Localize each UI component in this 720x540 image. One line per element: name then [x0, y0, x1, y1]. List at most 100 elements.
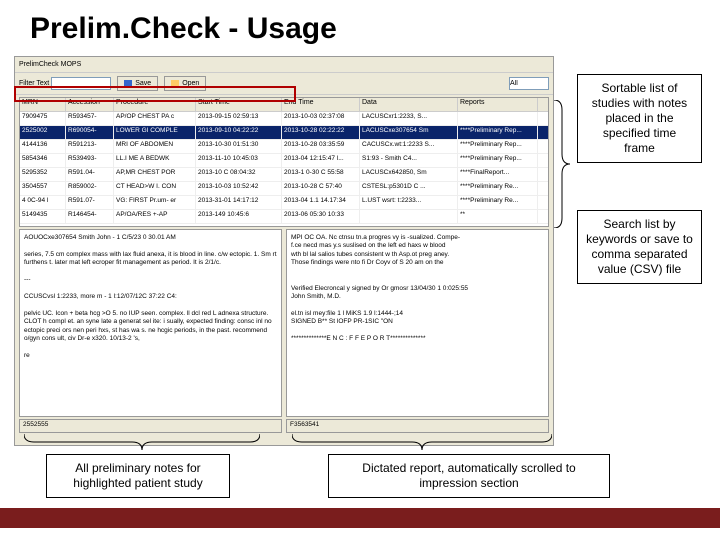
- open-icon: [171, 80, 179, 88]
- study-grid: MRN Accession Procedure Start Time End T…: [19, 97, 549, 227]
- cell: LOWER GI COMPLE: [114, 126, 196, 139]
- cell: 2013-10-28 C 57:40: [282, 182, 360, 195]
- table-row[interactable]: 5149435R146454-AP/OA/RES +-AP2013-149 10…: [20, 210, 548, 224]
- status-bar: 2552555 F3563541: [19, 419, 549, 433]
- cell: CACUSCx.wt:1:2233 S...: [360, 140, 458, 153]
- grid-rows: 7909475R593457-AP/OP CHEST PA c2013-09-1…: [20, 112, 548, 224]
- dropdown-selector[interactable]: [509, 77, 549, 90]
- status-right: F3563541: [286, 419, 549, 433]
- cell: ****Preliminary Re...: [458, 182, 538, 195]
- cell: R593457-: [66, 112, 114, 125]
- callout-prelim-notes: All preliminary notes for highlighted pa…: [46, 454, 230, 498]
- open-button[interactable]: Open: [164, 76, 206, 91]
- filter-label: Filter Text: [19, 80, 49, 87]
- cell: AP,MR CHEST POR: [114, 168, 196, 181]
- cell: 4 0C-94 l: [20, 196, 66, 209]
- cell: 2013-149 10:45:6: [196, 210, 282, 223]
- cell: 5149435: [20, 210, 66, 223]
- cell: 5295352: [20, 168, 66, 181]
- table-row[interactable]: 7909475R593457-AP/OP CHEST PA c2013-09-1…: [20, 112, 548, 126]
- app-window: PrelimCheck MOPS Filter Text Save Open M…: [14, 56, 554, 446]
- cell: R146454-: [66, 210, 114, 223]
- col-reports[interactable]: Reports: [458, 98, 538, 111]
- cell: 2013-31-01 14:17:12: [196, 196, 282, 209]
- cell: ****Preliminary Re...: [458, 196, 538, 209]
- rpt-l9: el.tn isl mey:file 1 l MiKS 1.9 l:1444-;…: [291, 310, 544, 318]
- open-button-label: Open: [182, 80, 199, 87]
- toolbar-search: Filter Text Save Open: [15, 73, 553, 95]
- col-start[interactable]: Start Time: [196, 98, 282, 111]
- note-body1: series, 7.5 cm complex mass with lax flu…: [24, 251, 277, 268]
- cell: VG: FIRST Pr.um- er: [114, 196, 196, 209]
- cell: **: [458, 210, 538, 223]
- cell: L.UST wsrt: t:2233...: [360, 196, 458, 209]
- rpt-l1: MPI OC OA. Nc ctnsu tn.a progres vy is -…: [291, 234, 544, 242]
- note-header: AOUOCxe307654 Smith John - 1 C/5/23 0 30…: [24, 234, 277, 242]
- cell: 2013-04 12:15:47 l...: [282, 154, 360, 167]
- cell: R591.04-: [66, 168, 114, 181]
- col-mrn[interactable]: MRN: [20, 98, 66, 111]
- table-row[interactable]: 5295352R591.04-AP,MR CHEST POR2013-10 C …: [20, 168, 548, 182]
- cell: 2013-10-03 02:37:08: [282, 112, 360, 125]
- cell: 2525002: [20, 126, 66, 139]
- cell: 2013-10-03 10:52:42: [196, 182, 282, 195]
- rpt-l2: f.ce necd mas y.s suslised on the left e…: [291, 242, 544, 250]
- menu-label: PrelimCheck MOPS: [19, 61, 81, 68]
- note-footer: re: [24, 352, 277, 360]
- cell: 5854346: [20, 154, 66, 167]
- save-icon: [124, 80, 132, 88]
- note-body2: pelvic UC. Icon + beta hcg >O 5. no IUP …: [24, 310, 277, 344]
- cell: 2013-09-10 04:22:22: [196, 126, 282, 139]
- save-button-label: Save: [135, 80, 151, 87]
- cell: 3504557: [20, 182, 66, 195]
- rpt-l10: SIGNED B** St lOFP PR-1SIC "ON: [291, 318, 544, 326]
- cell: AP/OA/RES +-AP: [114, 210, 196, 223]
- table-row[interactable]: 5854346R539493-LL.I ME A BEDWK2013-11-10…: [20, 154, 548, 168]
- cell: 2013-10-28 02:22:22: [282, 126, 360, 139]
- cell: S1:93 - Smith C4...: [360, 154, 458, 167]
- table-row[interactable]: 4144136R591213-MRI OF ABDOMEN2013-10-30 …: [20, 140, 548, 154]
- dictated-report-pane[interactable]: MPI OC OA. Nc ctnsu tn.a progres vy is -…: [286, 229, 549, 417]
- cell: 2013-10-30 01:51:30: [196, 140, 282, 153]
- cell: [360, 210, 458, 223]
- cell: 2013-06 05:30 10:33: [282, 210, 360, 223]
- col-procedure[interactable]: Procedure: [114, 98, 196, 111]
- table-row[interactable]: 2525002R690054-LOWER GI COMPLE2013-09-10…: [20, 126, 548, 140]
- cell: LACUSCx642850, Sm: [360, 168, 458, 181]
- cell: R539493-: [66, 154, 114, 167]
- toolbar-top: PrelimCheck MOPS: [15, 57, 553, 73]
- cell: MRI OF ABDOMEN: [114, 140, 196, 153]
- col-accession[interactable]: Accession: [66, 98, 114, 111]
- cell: R591.07-: [66, 196, 114, 209]
- cell: 2013-10-28 03:35:59: [282, 140, 360, 153]
- rpt-l4: Those findings were nto fi Dr Coyv of S …: [291, 259, 544, 267]
- table-row[interactable]: 3504557R859002-CT HEAD>W I. CON2013-10-0…: [20, 182, 548, 196]
- cell: ****FinalReport...: [458, 168, 538, 181]
- save-button[interactable]: Save: [117, 76, 158, 91]
- note-sep: ---: [24, 276, 277, 284]
- table-row[interactable]: 4 0C-94 lR591.07-VG: FIRST Pr.um- er2013…: [20, 196, 548, 210]
- cell: R690054-: [66, 126, 114, 139]
- cell: R591213-: [66, 140, 114, 153]
- rpt-l3: wth bl lal salios tubes consistent w th …: [291, 251, 544, 259]
- callout-dictated-report: Dictated report, automatically scrolled …: [328, 454, 610, 498]
- col-end[interactable]: End Time: [282, 98, 360, 111]
- bottom-band: [0, 504, 720, 540]
- cell: ****Preliminary Rep...: [458, 126, 538, 139]
- cell: ****Preliminary Rep...: [458, 140, 538, 153]
- rpt-l7: John Smith, M.D.: [291, 293, 544, 301]
- slide-title: Prelim.Check - Usage: [0, 0, 720, 56]
- grid-header[interactable]: MRN Accession Procedure Start Time End T…: [20, 98, 548, 112]
- cell: AP/OP CHEST PA c: [114, 112, 196, 125]
- callout-search-save: Search list by keywords or save to comma…: [577, 210, 702, 284]
- prelim-notes-pane[interactable]: AOUOCxe307654 Smith John - 1 C/5/23 0 30…: [19, 229, 282, 417]
- cell: R859002-: [66, 182, 114, 195]
- cell: 2013-1 0-30 C 55:58: [282, 168, 360, 181]
- cell: 7909475: [20, 112, 66, 125]
- col-data[interactable]: Data: [360, 98, 458, 111]
- filter-input[interactable]: [51, 77, 111, 90]
- cell: LACUSCxr1:2233, S...: [360, 112, 458, 125]
- cell: 2013-09-15 02:59:13: [196, 112, 282, 125]
- cell: ****Preliminary Rep...: [458, 154, 538, 167]
- lower-panes: AOUOCxe307654 Smith John - 1 C/5/23 0 30…: [19, 229, 549, 417]
